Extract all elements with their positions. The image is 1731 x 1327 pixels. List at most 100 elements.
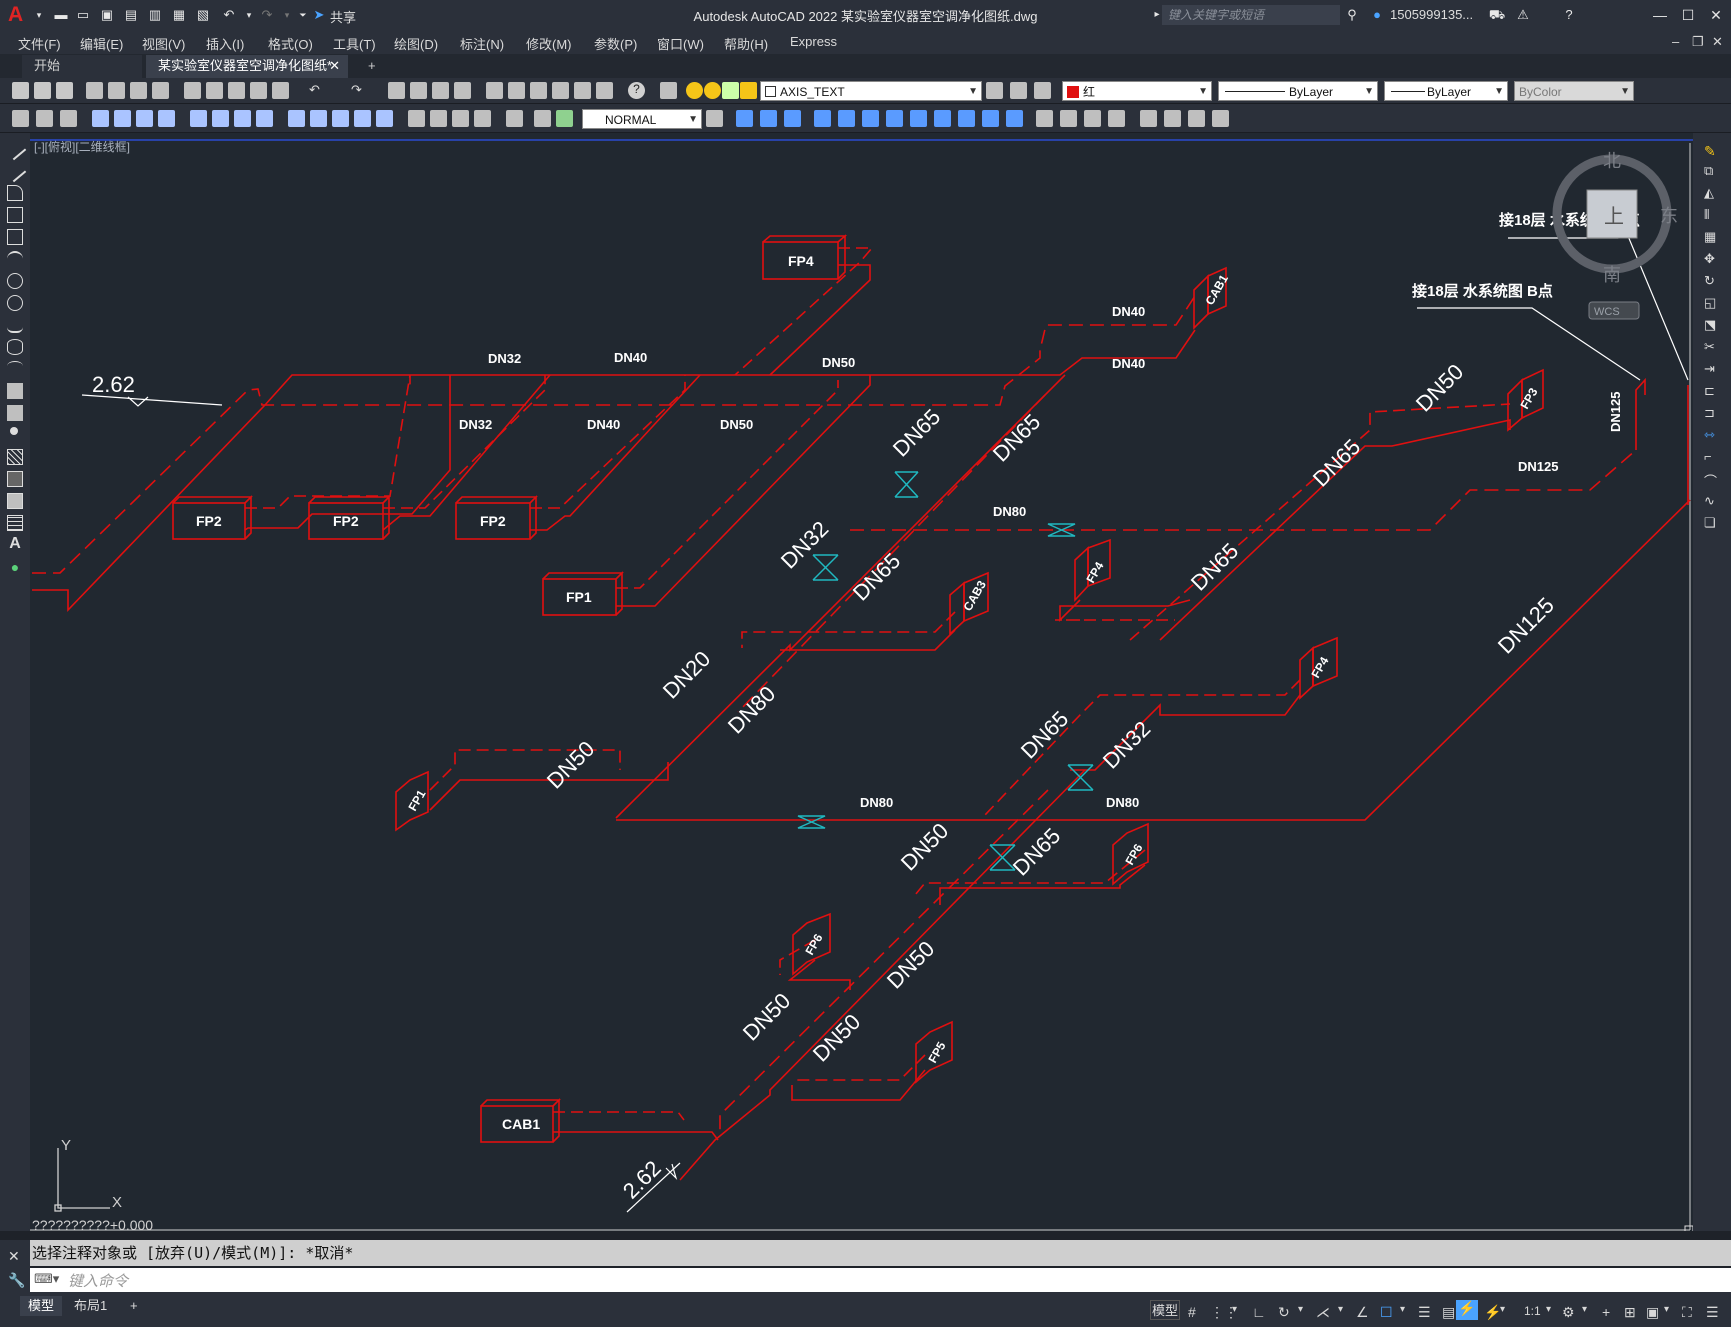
multiline-text-icon[interactable]: A [7,536,23,552]
dim-tedit-icon[interactable] [534,110,551,127]
command-line-handle[interactable]: ✕ 🔧 [0,1240,30,1292]
menu-tools[interactable]: 工具(T) [333,34,376,53]
rotate-icon[interactable] [862,110,879,127]
zoom-previous-icon[interactable] [454,82,471,99]
chamfer-icon[interactable] [1036,110,1053,127]
continue-dim-icon[interactable] [332,110,349,127]
grid-icon[interactable]: # [1188,1304,1196,1320]
transparency-icon[interactable]: ▤ [1442,1304,1455,1321]
plotstyle-dropdown[interactable]: ByColor ▼ [1514,81,1634,101]
add-layout-button[interactable]: + [122,1296,146,1316]
menu-window[interactable]: 窗口(W) [657,34,704,53]
ellipse-arc-icon[interactable] [7,361,23,377]
xref-icon[interactable] [1212,110,1229,127]
menu-edit[interactable]: 编辑(E) [80,34,123,53]
color-dropdown[interactable]: 红 ▼ [1062,81,1212,101]
wrench-icon[interactable]: 🔧 [8,1272,25,1289]
angular-dim-icon[interactable] [256,110,273,127]
close-icon[interactable]: ✕ [8,1248,20,1265]
linear-dim-icon[interactable] [92,110,109,127]
break-icon[interactable]: ⊐ [1704,405,1720,421]
compass-north[interactable]: 北 [1603,151,1621,171]
add-selected-icon[interactable]: ● [7,559,23,575]
chevron-down-icon[interactable]: ▾ [1400,1304,1405,1315]
quick-properties-icon[interactable]: ▣ [1646,1304,1659,1321]
save-icon[interactable] [56,82,73,99]
tab-start[interactable]: 开始 [22,55,142,78]
calculator-icon[interactable] [596,82,613,99]
minimize-button[interactable]: — [1648,4,1672,26]
hatch-icon[interactable] [7,449,23,465]
plot-icon[interactable] [86,82,103,99]
copy-icon[interactable] [206,82,223,99]
model-space-button[interactable]: 模型 [1150,1300,1180,1320]
copy-icon[interactable]: ⧉ [1704,163,1720,179]
dim-style-icon[interactable] [60,110,77,127]
menu-parametric[interactable]: 参数(P) [594,34,637,53]
offset-icon[interactable] [784,110,801,127]
mirror-icon[interactable] [760,110,777,127]
make-current-icon[interactable] [986,82,1003,99]
copy-icon[interactable] [736,110,753,127]
cart-icon[interactable]: ⛟ [1488,6,1506,24]
explode-icon[interactable] [1084,110,1101,127]
doc-minimize-button[interactable]: – [1672,34,1679,49]
baseline-dim-icon[interactable] [310,110,327,127]
dim-text-edit-icon[interactable] [506,110,523,127]
center-mark-icon[interactable] [430,110,447,127]
tab-layout1[interactable]: 布局1 [66,1296,115,1316]
offset-icon[interactable]: ⫴ [1704,207,1720,223]
spline-icon[interactable] [7,317,23,333]
tolerance-icon[interactable] [408,110,425,127]
move-icon[interactable] [838,110,855,127]
menu-view[interactable]: 视图(V) [142,34,185,53]
rectangle-icon[interactable] [7,229,23,245]
annotation-visibility-icon[interactable]: ⚡ [1456,1300,1478,1320]
insert-block-icon[interactable] [7,383,23,399]
drawing-svg[interactable]: FP4 FP2 FP2 FP2 FP1 CAB1 DN32 DN40 DN50 … [30,133,1693,1231]
drawing-canvas[interactable]: FP4 FP2 FP2 FP2 FP1 CAB1 DN32 DN40 DN50 … [30,133,1693,1231]
help-icon[interactable]: ? [1560,6,1578,24]
arc-length-icon[interactable] [136,110,153,127]
dim-space-icon[interactable] [354,110,371,127]
tool-palettes-icon[interactable] [530,82,547,99]
draworder-icon[interactable] [1108,110,1125,127]
menu-format[interactable]: 格式(O) [268,34,313,53]
annotation-scale-value[interactable]: 1:1 [1524,1304,1541,1318]
dimstyle-dropdown[interactable]: NORMAL ▼ [582,109,702,129]
user-icon[interactable]: ● [1368,6,1386,24]
ortho-icon[interactable]: ∟ [1252,1304,1266,1320]
lock-icon[interactable] [740,82,757,99]
layer-state-icon[interactable] [1034,82,1051,99]
jogged-dim-icon[interactable] [212,110,229,127]
command-icon[interactable]: ⌨▾ [34,1271,59,1287]
viewport-controls-label[interactable]: [-][俯视][二维线框] [34,138,130,155]
chevron-down-icon[interactable]: ▾ [1546,1304,1551,1315]
polar-tracking-icon[interactable]: ↻ [1278,1304,1290,1321]
plot-preview-icon[interactable] [108,82,125,99]
help-icon[interactable]: ? [628,82,645,99]
make-block-icon[interactable] [7,405,23,421]
menu-draw[interactable]: 绘图(D) [394,34,438,53]
search-input[interactable]: 键入关键字或短语 [1162,5,1340,25]
markup-icon[interactable] [574,82,591,99]
array-icon[interactable]: ▦ [1704,229,1720,245]
explode-icon[interactable]: ❏ [1704,515,1720,531]
compass-south[interactable]: 南 [1603,265,1621,285]
menu-express[interactable]: Express [790,34,837,49]
array-icon[interactable] [814,110,831,127]
polyline-icon[interactable] [7,185,23,201]
properties-icon[interactable] [486,82,503,99]
dim-style-manager-icon[interactable] [706,110,723,127]
lineweight-icon[interactable]: ☰ [1418,1304,1431,1321]
scale-icon[interactable] [886,110,903,127]
menu-modify[interactable]: 修改(M) [526,34,572,53]
block-attribute-icon[interactable] [1188,110,1205,127]
dim-break-icon[interactable] [376,110,393,127]
command-input[interactable]: 键入命令 [68,1270,128,1291]
mirror-icon[interactable]: ◭ [1704,185,1720,201]
units-icon[interactable]: ⊞ [1624,1304,1636,1321]
compass-east[interactable]: 东 [1660,206,1678,226]
open-icon[interactable] [34,82,51,99]
paste-icon[interactable] [228,82,245,99]
